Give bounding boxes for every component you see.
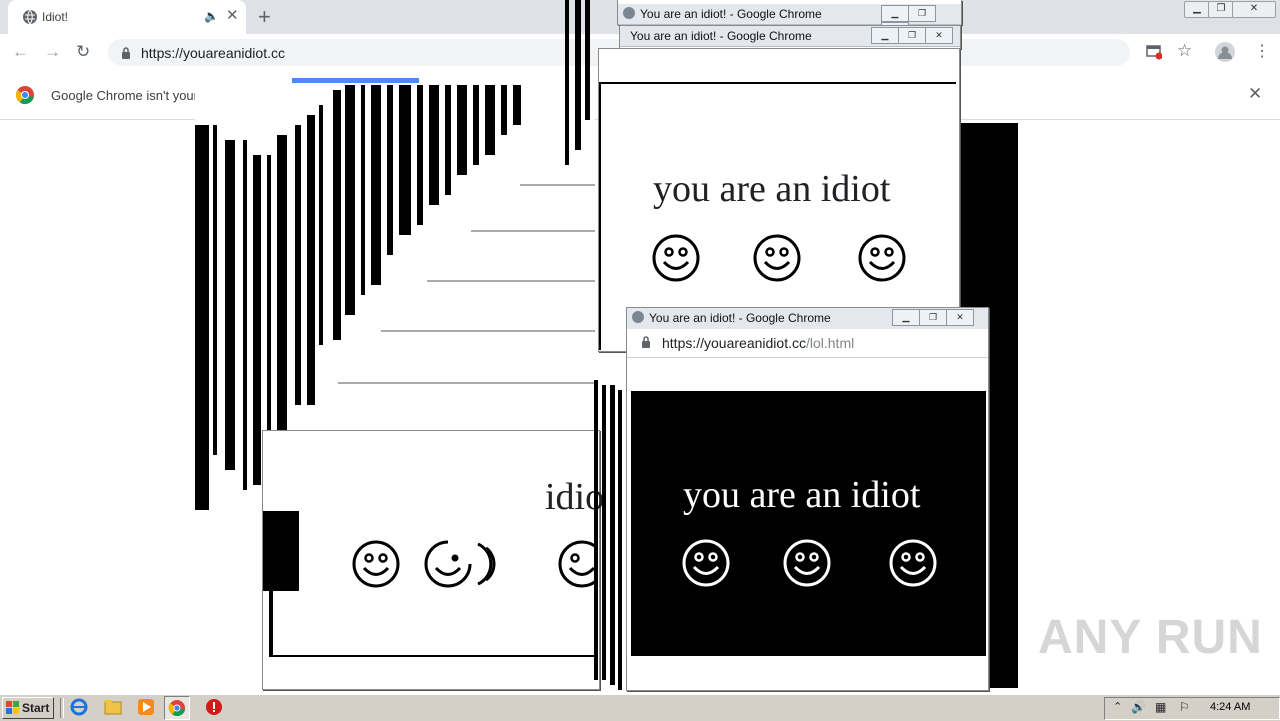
popup-window-top-2: You are an idiot! - Google Chrome ▁ ❐ ✕ <box>619 25 961 49</box>
popup-window-top-1: You are an idiot! - Google Chrome ▁❐✕ <box>617 0 962 39</box>
lock-icon <box>642 336 650 348</box>
popup-title-2: You are an idiot! - Google Chrome <box>630 29 812 43</box>
chrome-icon <box>632 311 644 323</box>
clock: 4:24 AM <box>1210 701 1251 713</box>
popup-restore-button[interactable]: ❐ <box>898 27 926 44</box>
chrome-icon <box>623 7 635 19</box>
chrome-taskbar-button[interactable] <box>164 696 190 720</box>
smiley-icon <box>652 234 700 282</box>
tab-title: Idiot! <box>42 10 69 24</box>
taskbar: Start ⌃ 🔊 ▦ ⚐ 4:24 AM <box>0 694 1280 721</box>
inverted-content: you are an idiot <box>631 391 986 656</box>
network-icon[interactable]: ▦ <box>1155 700 1166 714</box>
popup-minimize-button[interactable]: ▁ <box>871 27 899 44</box>
stacked-edges-middle <box>590 380 626 690</box>
infobar-close-button[interactable]: ✕ <box>1248 84 1262 104</box>
smiley-smeared-icon <box>424 540 496 588</box>
star-icon[interactable]: ☆ <box>1177 41 1192 61</box>
start-button[interactable]: Start <box>2 697 54 719</box>
popup-close-button[interactable]: ✕ <box>925 27 953 44</box>
popup-title: You are an idiot! - Google Chrome <box>649 311 831 325</box>
url-text: https://youareanidiot.cc <box>141 45 285 61</box>
smiley-icon <box>889 539 937 587</box>
stacked-window-edges <box>565 0 595 170</box>
restore-button[interactable]: ❐ <box>1208 1 1234 18</box>
media-player-icon[interactable] <box>137 698 155 716</box>
popup-window-lower: idio <box>262 430 604 690</box>
divider <box>269 655 597 657</box>
system-tray: ⌃ 🔊 ▦ ⚐ <box>1104 697 1280 720</box>
popup-restore-button[interactable]: ❐ <box>919 309 947 326</box>
back-icon[interactable]: ← <box>12 42 29 62</box>
tab-idiot[interactable]: Idiot! 🔈 ✕ <box>8 0 246 34</box>
slogan-text: you are an idiot <box>653 168 891 210</box>
minimize-button[interactable]: ▁ <box>1184 1 1210 18</box>
tray-expand-icon[interactable]: ⌃ <box>1113 700 1122 713</box>
top-border-line <box>599 82 956 84</box>
loading-indicator <box>292 78 419 83</box>
internet-explorer-icon[interactable] <box>70 698 88 716</box>
popup-url-host: https://youareanidiot.cc <box>662 335 806 351</box>
left-border-line <box>599 82 601 350</box>
popup-close-button[interactable]: ✕ <box>946 309 974 326</box>
start-label: Start <box>22 701 50 715</box>
popup-blocked-icon[interactable] <box>1146 44 1162 60</box>
glitch-line <box>269 511 273 656</box>
menu-dots-icon[interactable]: ⋮ <box>1254 41 1270 61</box>
lock-icon <box>122 47 130 59</box>
smiley-icon <box>753 234 801 282</box>
smiley-icon <box>783 539 831 587</box>
action-center-flag-icon[interactable]: ⚐ <box>1179 700 1190 714</box>
stop-sign-icon[interactable] <box>205 698 223 716</box>
smiley-icon <box>858 234 906 282</box>
anyrun-watermark: ANY RUN <box>1038 611 1263 664</box>
popup-title: You are an idiot! - Google Chrome <box>640 7 822 21</box>
close-window-button[interactable]: ✕ <box>1232 1 1276 18</box>
popup-window-front: You are an idiot! - Google Chrome ▁ ❐ ✕ ht… <box>626 307 989 691</box>
windows-logo-icon <box>6 701 19 714</box>
reload-icon[interactable]: ↻ <box>76 42 90 62</box>
globe-icon <box>23 9 37 25</box>
popup-url-path: /lol.html <box>805 335 855 351</box>
volume-icon[interactable]: 🔊 <box>1131 700 1146 714</box>
chrome-logo-icon <box>16 86 34 104</box>
popup-minimize-button[interactable]: ▁ <box>881 5 909 22</box>
taskbar-separator <box>60 698 64 718</box>
profile-avatar-icon[interactable] <box>1215 42 1235 62</box>
tab-close-button[interactable]: ✕ <box>226 6 239 24</box>
smiley-icon <box>682 539 730 587</box>
folder-icon[interactable] <box>104 698 122 716</box>
popup-address-bar[interactable]: https://youareanidiot.cc/lol.html <box>627 329 988 358</box>
smiley-icon <box>352 540 400 588</box>
speaker-icon[interactable]: 🔈 <box>204 9 219 23</box>
popup-minimize-button[interactable]: ▁ <box>892 309 920 326</box>
popup-restore-button[interactable]: ❐ <box>908 5 936 22</box>
forward-icon[interactable]: → <box>44 42 61 62</box>
new-tab-button[interactable]: + <box>258 4 271 30</box>
slogan-text-inverted: you are an idiot <box>683 474 921 516</box>
chrome-logo-icon <box>168 700 185 717</box>
